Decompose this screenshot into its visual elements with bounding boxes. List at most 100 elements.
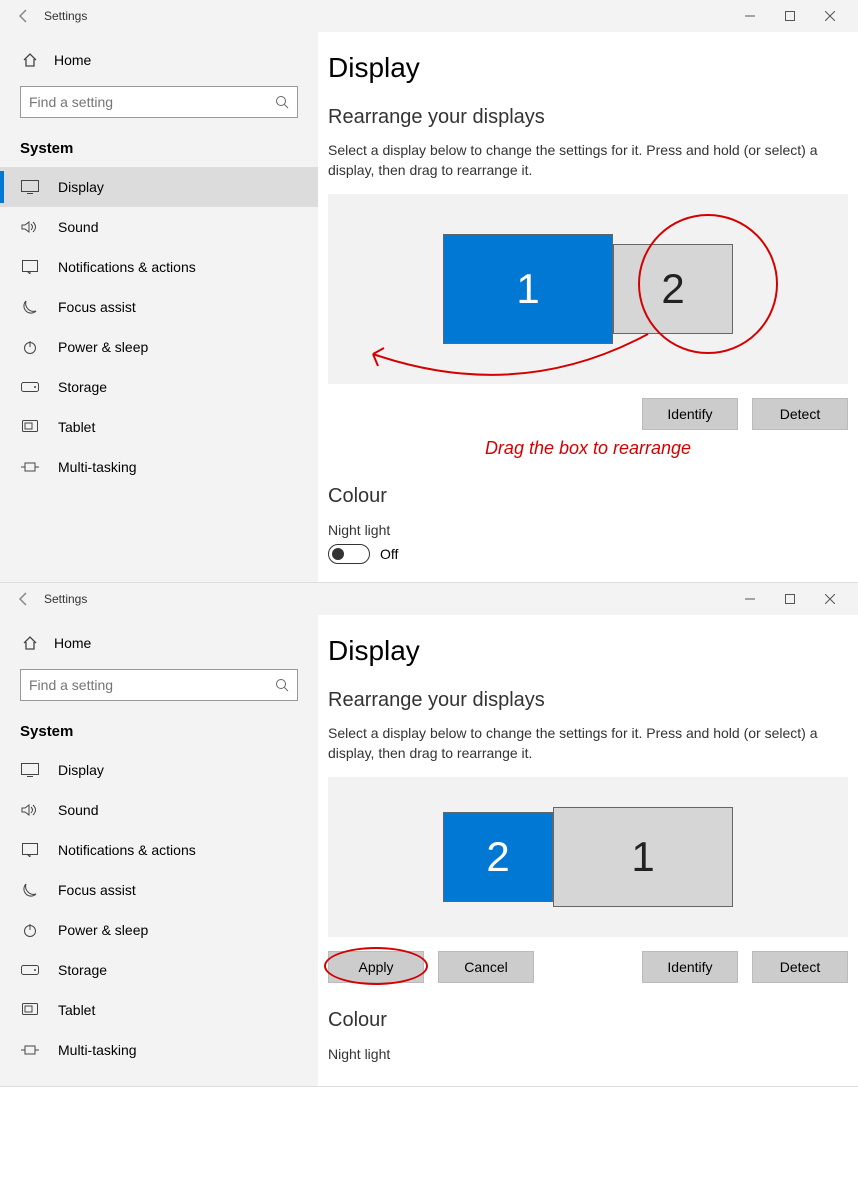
storage-icon xyxy=(20,965,40,975)
sidebar-item-label: Tablet xyxy=(58,419,95,435)
night-light-toggle[interactable] xyxy=(328,544,370,564)
search-field[interactable] xyxy=(29,677,275,693)
identify-button[interactable]: Identify xyxy=(642,398,738,430)
sidebar-item-notifications[interactable]: Notifications & actions xyxy=(0,247,318,287)
sidebar-item-tablet[interactable]: Tablet xyxy=(0,407,318,447)
sidebar: Home System Display Sound xyxy=(0,615,318,1086)
multitask-icon xyxy=(20,1044,40,1056)
titlebar: Settings xyxy=(0,0,858,32)
section-label: System xyxy=(0,715,318,750)
sidebar-item-label: Power & sleep xyxy=(58,922,148,938)
minimize-button[interactable] xyxy=(730,583,770,615)
sidebar-item-focus[interactable]: Focus assist xyxy=(0,287,318,327)
back-button[interactable] xyxy=(8,583,40,615)
page-title: Display xyxy=(328,635,848,667)
sidebar-item-storage[interactable]: Storage xyxy=(0,367,318,407)
back-button[interactable] xyxy=(8,0,40,32)
home-button[interactable]: Home xyxy=(0,42,318,78)
monitor-1[interactable]: 1 xyxy=(443,234,613,344)
sidebar-item-display[interactable]: Display xyxy=(0,750,318,790)
sidebar-item-tablet[interactable]: Tablet xyxy=(0,990,318,1030)
home-icon xyxy=(20,52,40,68)
display-icon xyxy=(20,180,40,194)
colour-title: Colour xyxy=(328,1009,848,1032)
annotation-text: Drag the box to rearrange xyxy=(328,438,848,459)
identify-button[interactable]: Identify xyxy=(642,951,738,983)
power-icon xyxy=(20,339,40,355)
sidebar-item-label: Multi-tasking xyxy=(58,1042,137,1058)
monitor-1[interactable]: 1 xyxy=(553,807,733,907)
sidebar-item-multitask[interactable]: Multi-tasking xyxy=(0,1030,318,1070)
minimize-button[interactable] xyxy=(730,0,770,32)
display-icon xyxy=(20,763,40,777)
search-field[interactable] xyxy=(29,94,275,110)
home-icon xyxy=(20,635,40,651)
content-pane: Display Rearrange your displays Select a… xyxy=(318,32,858,582)
sidebar-item-multitask[interactable]: Multi-tasking xyxy=(0,447,318,487)
sound-icon xyxy=(20,803,40,817)
power-icon xyxy=(20,922,40,938)
sidebar-item-label: Display xyxy=(58,762,104,778)
sidebar-item-label: Notifications & actions xyxy=(58,842,196,858)
detect-button[interactable]: Detect xyxy=(752,951,848,983)
notifications-icon xyxy=(20,843,40,857)
multitask-icon xyxy=(20,461,40,473)
cancel-button[interactable]: Cancel xyxy=(438,951,534,983)
window-title: Settings xyxy=(44,592,87,606)
sidebar-item-label: Multi-tasking xyxy=(58,459,137,475)
display-arrange-canvas[interactable]: 1 2 xyxy=(328,194,848,384)
monitor-2[interactable]: 2 xyxy=(613,244,733,334)
titlebar: Settings xyxy=(0,583,858,615)
sidebar-item-power[interactable]: Power & sleep xyxy=(0,327,318,367)
tablet-icon xyxy=(20,1003,40,1017)
sidebar: Home System Display Sound xyxy=(0,32,318,582)
sidebar-item-label: Storage xyxy=(58,962,107,978)
search-input[interactable] xyxy=(20,669,298,701)
maximize-button[interactable] xyxy=(770,583,810,615)
rearrange-desc: Select a display below to change the set… xyxy=(328,724,848,763)
maximize-button[interactable] xyxy=(770,0,810,32)
toggle-state: Off xyxy=(380,546,398,562)
rearrange-title: Rearrange your displays xyxy=(328,106,848,129)
sidebar-item-sound[interactable]: Sound xyxy=(0,790,318,830)
close-button[interactable] xyxy=(810,0,850,32)
content-pane: Display Rearrange your displays Select a… xyxy=(318,615,858,1086)
sidebar-item-power[interactable]: Power & sleep xyxy=(0,910,318,950)
display-arrange-canvas[interactable]: 2 1 xyxy=(328,777,848,937)
home-button[interactable]: Home xyxy=(0,625,318,661)
sidebar-item-storage[interactable]: Storage xyxy=(0,950,318,990)
settings-window-after: Settings Home System xyxy=(0,583,858,1087)
sidebar-item-label: Sound xyxy=(58,802,98,818)
display-buttons: Identify Detect xyxy=(328,398,848,430)
apply-button[interactable]: Apply xyxy=(328,951,424,983)
rearrange-title: Rearrange your displays xyxy=(328,689,848,712)
sidebar-item-label: Storage xyxy=(58,379,107,395)
window-controls xyxy=(730,583,850,615)
close-button[interactable] xyxy=(810,583,850,615)
rearrange-desc: Select a display below to change the set… xyxy=(328,141,848,180)
monitor-2[interactable]: 2 xyxy=(443,812,553,902)
focus-icon xyxy=(20,299,40,315)
night-light-label: Night light xyxy=(328,522,848,538)
settings-window-before: Settings Home System xyxy=(0,0,858,583)
storage-icon xyxy=(20,382,40,392)
search-icon xyxy=(275,678,289,692)
sidebar-item-label: Power & sleep xyxy=(58,339,148,355)
page-title: Display xyxy=(328,52,848,84)
sidebar-item-label: Focus assist xyxy=(58,882,136,898)
window-controls xyxy=(730,0,850,32)
search-icon xyxy=(275,95,289,109)
window-title: Settings xyxy=(44,9,87,23)
sidebar-item-sound[interactable]: Sound xyxy=(0,207,318,247)
sidebar-item-label: Display xyxy=(58,179,104,195)
section-label: System xyxy=(0,132,318,167)
search-input[interactable] xyxy=(20,86,298,118)
night-light-label: Night light xyxy=(328,1046,848,1062)
sidebar-item-notifications[interactable]: Notifications & actions xyxy=(0,830,318,870)
sidebar-item-label: Sound xyxy=(58,219,98,235)
sidebar-item-label: Tablet xyxy=(58,1002,95,1018)
detect-button[interactable]: Detect xyxy=(752,398,848,430)
sidebar-item-focus[interactable]: Focus assist xyxy=(0,870,318,910)
sidebar-item-display[interactable]: Display xyxy=(0,167,318,207)
home-label: Home xyxy=(54,52,91,68)
